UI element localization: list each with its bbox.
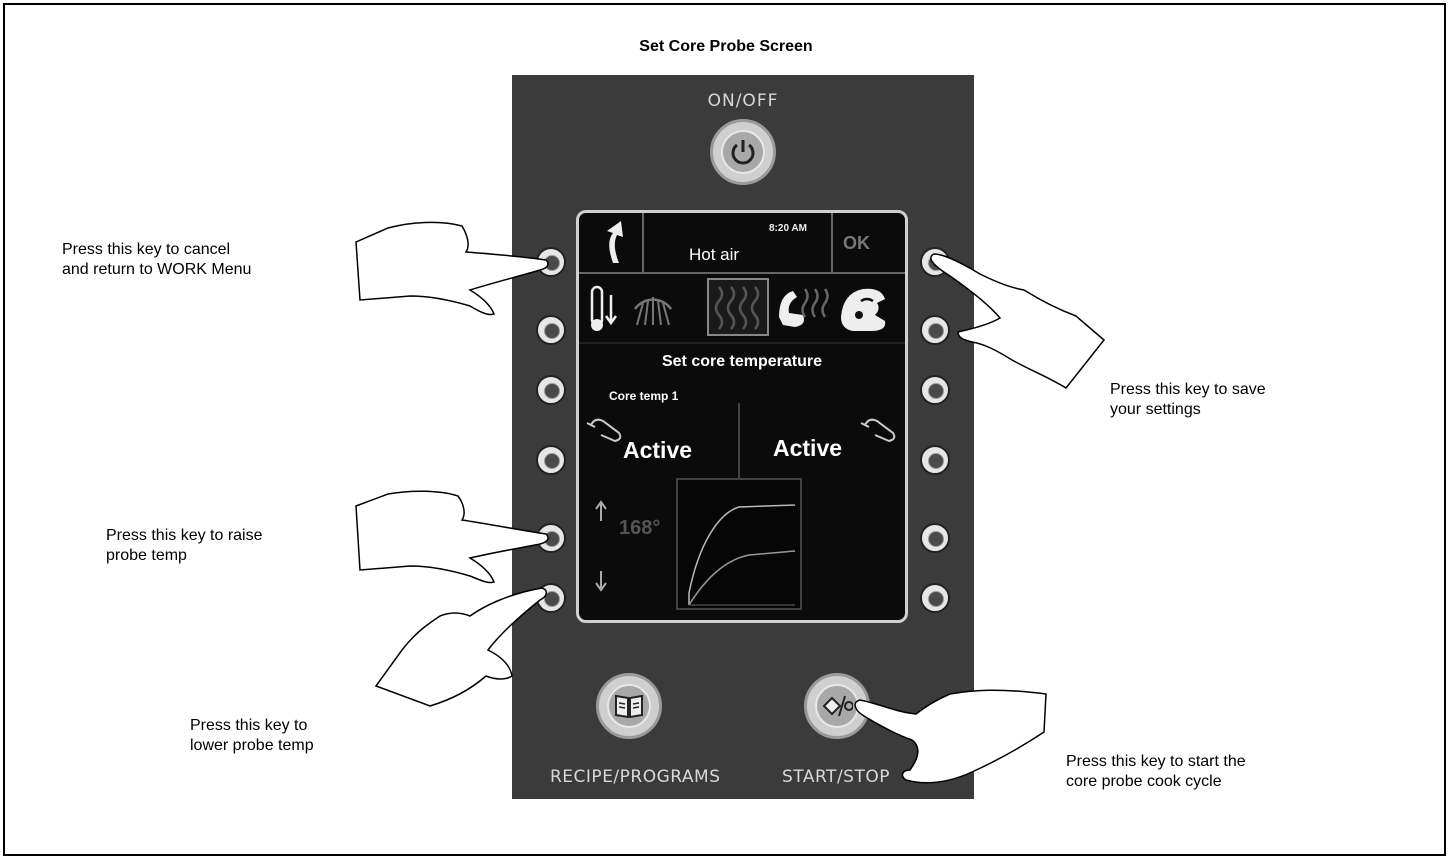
hand-raise-icon bbox=[355, 490, 549, 584]
hand-start-icon bbox=[854, 689, 1047, 784]
lower-note-line1: Press this key to bbox=[190, 717, 308, 734]
raise-note: Press this key to raise probe temp bbox=[106, 526, 263, 566]
lower-note: Press this key to lower probe temp bbox=[190, 716, 314, 756]
save-note-line1: Press this key to save bbox=[1110, 381, 1266, 398]
hand-cancel-icon bbox=[355, 221, 549, 316]
start-note: Press this key to start the core probe c… bbox=[1066, 752, 1246, 792]
cancel-note-line1: Press this key to cancel bbox=[62, 241, 231, 258]
hand-lower-icon bbox=[374, 587, 547, 707]
cancel-note-line2: and return to WORK Menu bbox=[62, 261, 252, 278]
raise-note-line2: probe temp bbox=[106, 547, 187, 564]
lower-note-line2: lower probe temp bbox=[190, 737, 314, 754]
start-note-line1: Press this key to start the bbox=[1066, 753, 1246, 770]
cancel-note: Press this key to cancel and return to W… bbox=[62, 240, 251, 280]
hand-save-icon bbox=[930, 253, 1106, 389]
save-note-line2: your settings bbox=[1110, 401, 1201, 418]
start-note-line2: core probe cook cycle bbox=[1066, 773, 1222, 790]
save-note: Press this key to save your settings bbox=[1110, 380, 1266, 420]
raise-note-line1: Press this key to raise bbox=[106, 527, 263, 544]
